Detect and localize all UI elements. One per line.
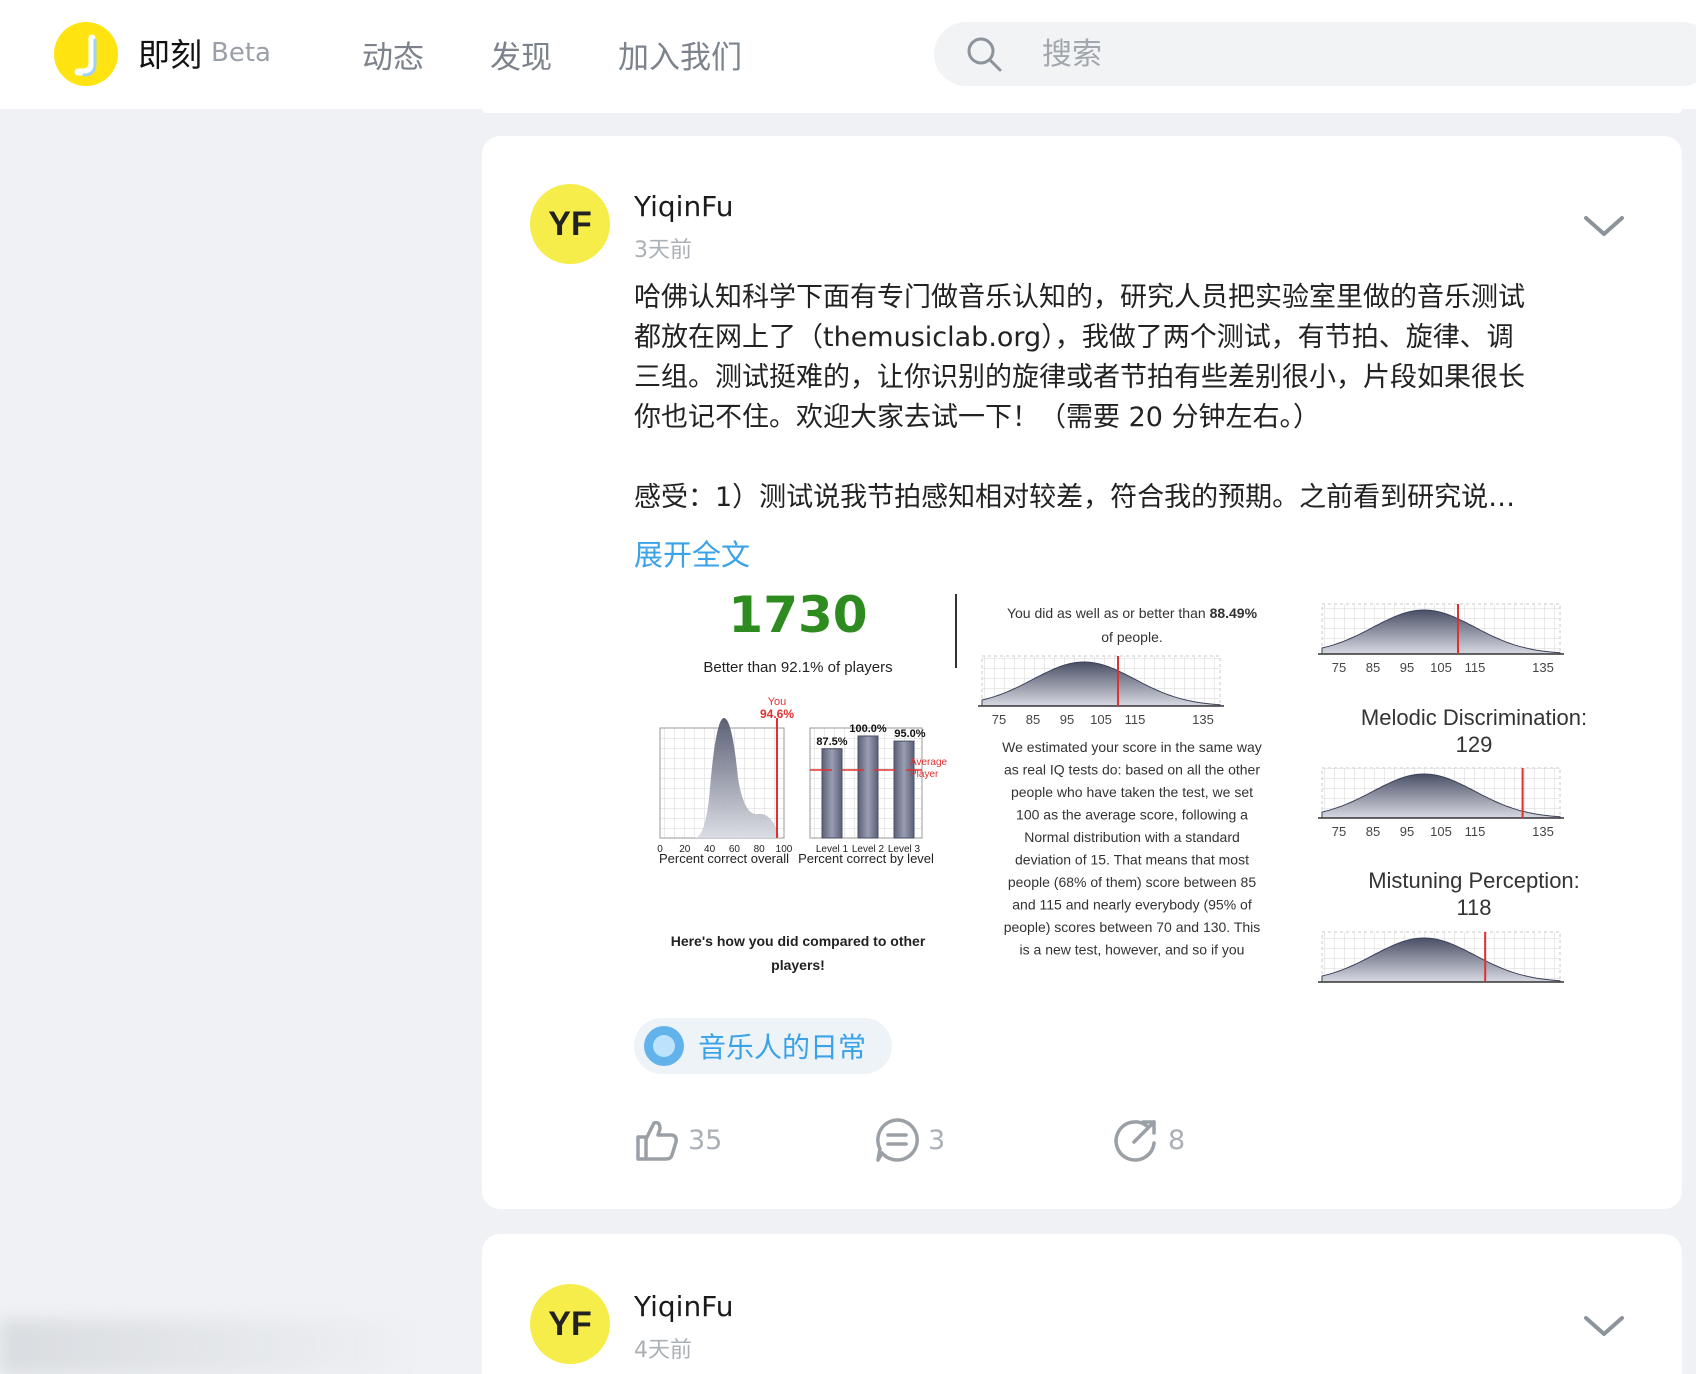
explanation-paragraph: We estimated your score in the same way a… <box>1002 739 1262 958</box>
explanation-line: We estimated your score in the same way <box>1002 739 1262 755</box>
topic-tag[interactable]: 音乐人的日常 <box>634 1018 893 1074</box>
post-text-line: 感受：1）测试说我节拍感知相对较差，符合我的预期。之前看到研究说… <box>634 482 1516 513</box>
percentile-header-line-2: of people. <box>1101 629 1163 645</box>
post-time: 4天前 <box>634 1338 692 1363</box>
like-button[interactable]: 35 <box>634 1114 722 1166</box>
distribution-x-tick: 105 <box>1430 660 1452 675</box>
explanation-line: people (68% of them) score between 85 <box>1008 874 1256 890</box>
mistuning-distribution-chart <box>1318 931 1564 983</box>
overall-score: 1730 <box>728 588 867 644</box>
previous-post-card-edge <box>482 109 1682 113</box>
top-navigation-bar: 即刻 Beta 动态 发现 加入我们 <box>0 0 1696 109</box>
page-shadow <box>0 1320 420 1374</box>
explanation-line: 100 as the average score, following a <box>1016 807 1248 823</box>
search-icon <box>967 37 1002 72</box>
share-icon <box>1114 1120 1156 1162</box>
explanation-line: is a new test, however, and so if you <box>1020 942 1245 958</box>
distribution-x-tick: 95 <box>1060 712 1074 727</box>
distribution-x-tick: 115 <box>1465 660 1486 675</box>
melodic-title: Melodic Discrimination: <box>1361 705 1587 730</box>
level-bar-label: 87.5% <box>816 736 847 748</box>
compare-text-line-2: players! <box>771 957 825 973</box>
post-text-line: 都放在网上了（themusiclab.org），我做了两个测试，有节拍、旋律、调 <box>634 322 1514 353</box>
post-author[interactable]: YiqinFu <box>634 1290 734 1323</box>
distribution-x-tick: 135 <box>1192 712 1214 727</box>
jike-logo-icon[interactable] <box>54 22 118 86</box>
better-than-text: Better than 92.1% of players <box>703 659 892 676</box>
level-bar-label: 100.0% <box>849 723 887 735</box>
chevron-down-icon[interactable] <box>1582 212 1626 240</box>
compare-text-line-1: Here's how you did compared to other <box>671 933 926 949</box>
expand-full-text-link[interactable]: 展开全文 <box>634 532 750 574</box>
explanation-line: people who have taken the test, we set <box>1011 784 1253 800</box>
comment-icon <box>876 1118 919 1162</box>
explanation-line: and 115 and nearly everybody (95% of <box>1012 897 1252 913</box>
distribution-x-tick: 95 <box>1400 824 1414 839</box>
distribution-x-tick: 135 <box>1532 660 1554 675</box>
search-box[interactable] <box>934 22 1696 86</box>
post-text-line: 哈佛认知科学下面有专门做音乐认知的，研究人员把实验室里做的音乐测试 <box>634 282 1525 313</box>
melodic-score: 129 <box>1456 732 1493 757</box>
explanation-line: people) scores between 70 and 130. This <box>1004 919 1261 935</box>
distribution-x-tick: 105 <box>1430 824 1452 839</box>
thumbs-up-icon <box>636 1120 678 1161</box>
nav-discover[interactable]: 发现 <box>490 32 552 77</box>
overall-caption: Percent correct overall <box>659 851 789 866</box>
post-text-line: 三组。测试挺难的，让你识别的旋律或者节拍有些差别很小，片段如果很长 <box>634 362 1525 393</box>
nav-join-us[interactable]: 加入我们 <box>618 32 742 77</box>
post-time: 3天前 <box>634 238 692 263</box>
mistuning-score: 118 <box>1456 895 1491 920</box>
brand-name[interactable]: 即刻 <box>138 30 202 76</box>
explanation-line: deviation of 15. That means that most <box>1015 852 1249 868</box>
explanation-line: as real IQ tests do: based on all the ot… <box>1004 762 1260 778</box>
mistuning-title: Mistuning Perception: <box>1368 868 1580 893</box>
distribution-x-tick: 75 <box>1332 824 1346 839</box>
post-card: YF YiqinFu 4天前 <box>482 1234 1682 1374</box>
post-author[interactable]: YiqinFu <box>634 190 734 223</box>
level-bar <box>893 740 915 839</box>
melodic-distribution-chart: 75 85 95 105 115 135 <box>1318 767 1564 839</box>
level-bar <box>821 748 843 839</box>
beta-badge: Beta <box>211 38 271 68</box>
distribution-x-tick: 85 <box>1026 712 1040 727</box>
iq-distribution-chart: 75 85 95 105 115 135 <box>978 655 1224 727</box>
avatar[interactable]: YF <box>530 184 610 264</box>
level-caption: Percent correct by level <box>798 851 934 866</box>
like-count: 35 <box>688 1124 723 1156</box>
post-body: 哈佛认知科学下面有专门做音乐认知的，研究人员把实验室里做的音乐测试 都放在网上了… <box>634 278 1634 518</box>
distribution-x-tick: 135 <box>1532 824 1554 839</box>
level-bar-label: 95.0% <box>894 728 925 740</box>
post-card: YF YiqinFu 3天前 哈佛认知科学下面有专门做音乐认知的，研究人员把实验… <box>482 136 1682 1209</box>
share-button[interactable]: 8 <box>1114 1114 1185 1166</box>
you-percent: 94.6% <box>760 707 794 721</box>
comment-button[interactable]: 3 <box>874 1114 945 1166</box>
chevron-down-icon[interactable] <box>1582 1312 1626 1340</box>
share-count: 8 <box>1168 1124 1186 1156</box>
comment-count: 3 <box>928 1124 946 1156</box>
topic-label: 音乐人的日常 <box>698 1031 867 1064</box>
explanation-line: Normal distribution with a standard <box>1024 829 1240 845</box>
distribution-x-tick: 115 <box>1125 712 1146 727</box>
distribution-x-tick: 85 <box>1366 824 1380 839</box>
distribution-x-tick: 75 <box>1332 660 1346 675</box>
distribution-x-tick: 75 <box>992 712 1006 727</box>
level-bars: 87.5%Level 1100.0%Level 295.0%Level 3 <box>816 723 926 855</box>
post-text-line: 你也记不住。欢迎大家去试一下！（需要 20 分钟左右。） <box>634 402 1321 433</box>
topic-icon <box>644 1026 684 1066</box>
level-bar <box>857 735 879 839</box>
search-input[interactable] <box>1042 32 1642 76</box>
player-label: Player <box>910 769 939 780</box>
percentile-header: You did as well as or better than 88.49% <box>1007 605 1258 621</box>
average-label: Average <box>910 757 948 768</box>
nav-dynamic[interactable]: 动态 <box>362 32 424 77</box>
beat-distribution-chart: 75 85 95 105 115 135 <box>1318 603 1564 675</box>
distribution-x-tick: 95 <box>1400 660 1414 675</box>
distribution-x-tick: 115 <box>1465 824 1486 839</box>
distribution-x-tick: 85 <box>1366 660 1380 675</box>
avatar[interactable]: YF <box>530 1284 610 1364</box>
distribution-x-tick: 105 <box>1090 712 1112 727</box>
